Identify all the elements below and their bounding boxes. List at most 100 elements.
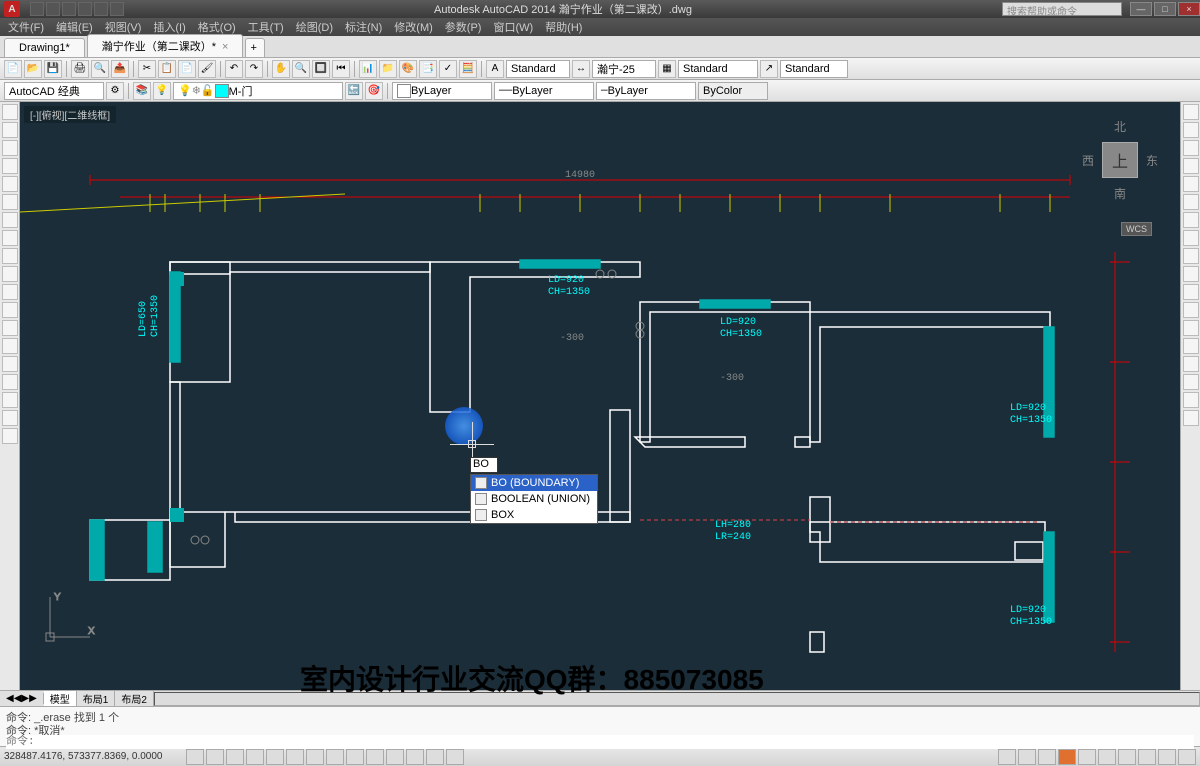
make-block-icon[interactable] [2,320,18,336]
qat-new-icon[interactable] [30,2,44,16]
point-icon[interactable] [2,338,18,354]
doc-tab-2-close-icon[interactable]: × [222,41,228,53]
arc-icon[interactable] [2,194,18,210]
isolate-objects-icon[interactable] [1158,749,1176,765]
rotate-icon[interactable] [1183,212,1199,228]
publish-icon[interactable]: 📤 [111,60,129,78]
insert-block-icon[interactable] [2,302,18,318]
zoom-window-icon[interactable]: 🔲 [312,60,330,78]
quick-view-layouts-icon[interactable] [1018,749,1036,765]
break-icon[interactable] [1183,320,1199,336]
rectangle-icon[interactable] [2,176,18,192]
text-style-icon[interactable]: A [486,60,504,78]
line-icon[interactable] [2,104,18,120]
help-search-input[interactable]: 搜索帮助或命令 [1002,2,1122,16]
hardware-accel-icon[interactable] [1138,749,1156,765]
quickcalc-icon[interactable]: 🧮 [459,60,477,78]
gradient-icon[interactable] [2,374,18,390]
copy-icon[interactable]: 📋 [158,60,176,78]
move-icon[interactable] [1183,194,1199,210]
menu-help[interactable]: 帮助(H) [545,19,582,35]
viewcube-top[interactable]: 上 [1102,142,1138,178]
layer-props-icon[interactable]: 📚 [133,82,151,100]
viewcube-south[interactable]: 南 [1114,185,1126,202]
design-center-icon[interactable]: 📁 [379,60,397,78]
quick-view-drawings-icon[interactable] [1038,749,1056,765]
close-button[interactable]: × [1178,2,1200,16]
ortho-toggle[interactable] [226,749,244,765]
qat-print-icon[interactable] [110,2,124,16]
drawing-canvas[interactable]: [-][俯视][二维线框] 14980 [20,102,1180,690]
match-prop-icon[interactable]: 🖌 [198,60,216,78]
menu-window[interactable]: 窗口(W) [493,19,533,35]
tab-layout1[interactable]: 布局1 [77,691,116,706]
qp-toggle[interactable] [406,749,424,765]
hatch-icon[interactable] [2,356,18,372]
workspace-settings-icon[interactable]: ⚙ [106,82,124,100]
zoom-realtime-icon[interactable]: 🔍 [292,60,310,78]
autocomplete-item-boolean[interactable]: BOOLEAN (UNION) [471,491,597,507]
text-style-dropdown[interactable]: Standard [506,60,570,78]
qat-undo-icon[interactable] [78,2,92,16]
tool-palette-icon[interactable]: 🎨 [399,60,417,78]
horizontal-scrollbar[interactable] [154,692,1200,706]
spline-icon[interactable] [2,248,18,264]
model-space-button[interactable] [998,749,1016,765]
lineweight-dropdown[interactable]: — ByLayer [596,82,696,100]
viewcube-west[interactable]: 西 [1082,152,1094,169]
menu-tools[interactable]: 工具(T) [248,19,284,35]
tab-nav-arrows[interactable]: ◀◀▶▶ [0,693,44,704]
menu-draw[interactable]: 绘图(D) [296,19,333,35]
layer-previous-icon[interactable]: 🔙 [345,82,363,100]
layer-dropdown[interactable]: 💡❄🔓 M-门 [173,82,343,100]
dim-style-dropdown[interactable]: 瀚宁-25 [592,60,656,78]
snap-toggle[interactable] [186,749,204,765]
trim-icon[interactable] [1183,266,1199,282]
autocomplete-item-box[interactable]: BOX [471,507,597,523]
am-toggle[interactable] [446,749,464,765]
doc-tab-1[interactable]: Drawing1* [4,38,85,57]
workspace-dropdown[interactable]: AutoCAD 经典 [4,82,104,100]
region-icon[interactable] [2,392,18,408]
menu-insert[interactable]: 插入(I) [153,19,185,35]
autocomplete-item-boundary[interactable]: BO (BOUNDARY) [471,475,597,491]
qat-redo-icon[interactable] [94,2,108,16]
mirror-icon[interactable] [1183,140,1199,156]
blend-icon[interactable] [1183,392,1199,408]
app-logo-icon[interactable]: A [4,1,20,17]
table-style-dropdown[interactable]: Standard [678,60,758,78]
chamfer-icon[interactable] [1183,356,1199,372]
dynamic-input[interactable]: BO [470,457,498,473]
annotation-scale-icon[interactable] [1058,749,1076,765]
extend-icon[interactable] [1183,284,1199,300]
sheet-set-icon[interactable]: 📑 [419,60,437,78]
viewcube-north[interactable]: 北 [1114,118,1126,135]
maximize-button[interactable]: □ [1154,2,1176,16]
erase-icon[interactable] [1183,104,1199,120]
osnap-toggle[interactable] [266,749,284,765]
open-file-icon[interactable]: 📂 [24,60,42,78]
qat-open-icon[interactable] [46,2,60,16]
offset-icon[interactable] [1183,158,1199,174]
viewcube-east[interactable]: 东 [1146,152,1158,169]
save-icon[interactable]: 💾 [44,60,62,78]
ellipse-icon[interactable] [2,266,18,282]
table-style-icon[interactable]: ▦ [658,60,676,78]
paste-icon[interactable]: 📄 [178,60,196,78]
tpy-toggle[interactable] [386,749,404,765]
undo-icon[interactable]: ↶ [225,60,243,78]
layer-states-icon[interactable]: 💡 [153,82,171,100]
doc-tab-2[interactable]: 瀚宁作业（第二课改）*× [87,34,244,57]
revcloud-icon[interactable] [2,230,18,246]
polygon-icon[interactable] [2,158,18,174]
layer-match-icon[interactable]: 🎯 [365,82,383,100]
toolbar-lock-icon[interactable] [1118,749,1136,765]
preview-icon[interactable]: 🔍 [91,60,109,78]
mtext-icon[interactable] [2,428,18,444]
view-cube[interactable]: 北 西 上 东 南 [1080,110,1160,210]
copy-modify-icon[interactable] [1183,122,1199,138]
annotation-visibility-icon[interactable] [1078,749,1096,765]
menu-file[interactable]: 文件(F) [8,19,44,35]
minimize-button[interactable]: — [1130,2,1152,16]
tab-model[interactable]: 模型 [44,691,77,706]
